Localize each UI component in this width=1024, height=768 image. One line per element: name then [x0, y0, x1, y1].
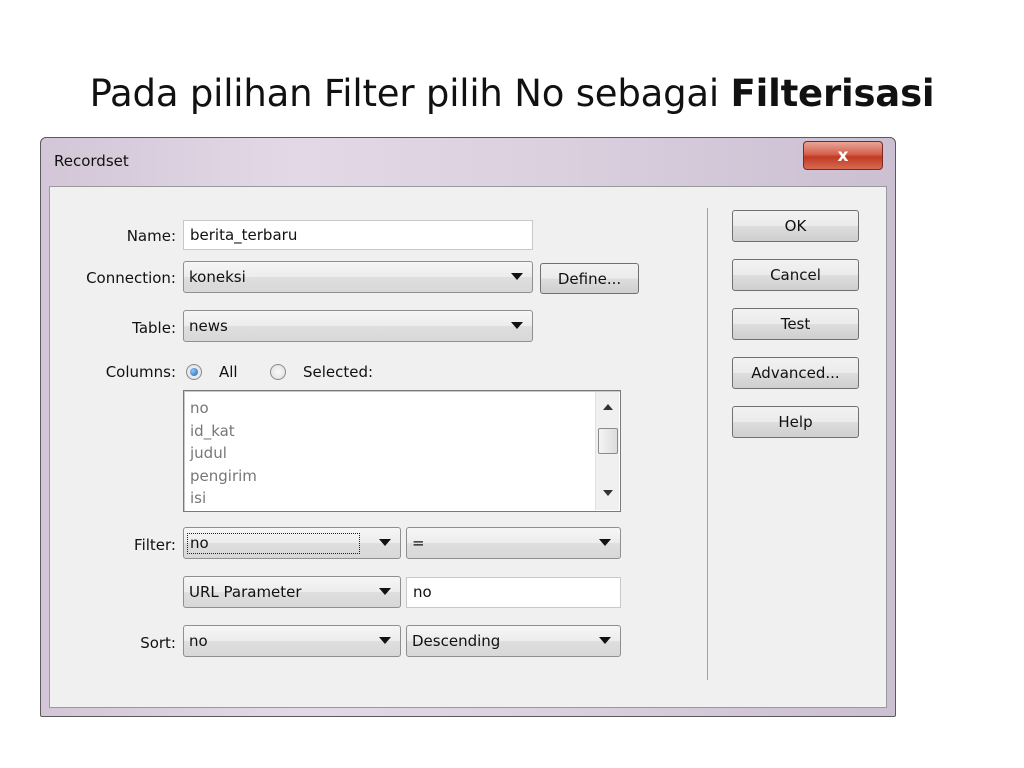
columns-all-label: All	[219, 363, 238, 381]
columns-all-radio[interactable]	[186, 364, 202, 380]
sort-label: Sort:	[140, 634, 176, 652]
close-icon: x	[837, 145, 849, 166]
slide-title: Pada pilihan Filter pilih No sebagai Fil…	[0, 72, 1024, 115]
scroll-thumb[interactable]	[598, 428, 618, 454]
columns-selected-radio[interactable]	[270, 364, 286, 380]
listbox-scrollbar[interactable]	[595, 392, 619, 510]
help-button[interactable]: Help	[732, 406, 859, 438]
table-select[interactable]: news	[183, 310, 533, 342]
columns-listbox[interactable]: no id_kat judul pengirim isi	[183, 390, 621, 512]
list-item[interactable]: isi	[190, 487, 620, 510]
list-item[interactable]: no	[190, 397, 620, 420]
filter-value-input[interactable]: no	[406, 577, 621, 608]
chevron-down-icon	[511, 322, 523, 329]
table-value: news	[189, 317, 228, 335]
filter-source-select[interactable]: URL Parameter	[183, 576, 401, 608]
filter-operator-select[interactable]: =	[406, 527, 621, 559]
scroll-down-icon[interactable]	[603, 490, 613, 496]
connection-select[interactable]: koneksi	[183, 261, 533, 293]
filter-operator-value: =	[412, 534, 425, 552]
filter-label: Filter:	[134, 536, 176, 554]
close-button[interactable]: x	[803, 141, 883, 170]
connection-value: koneksi	[189, 268, 246, 286]
sort-column-value: no	[189, 632, 208, 650]
chevron-down-icon	[599, 637, 611, 644]
advanced-button[interactable]: Advanced...	[732, 357, 859, 389]
columns-list: no id_kat judul pengirim isi	[184, 391, 620, 510]
dialog-titlebar[interactable]: Recordset x	[41, 138, 895, 186]
columns-label: Columns:	[105, 363, 176, 381]
connection-label: Connection:	[86, 269, 176, 287]
filter-source-value: URL Parameter	[189, 583, 302, 601]
chevron-down-icon	[379, 588, 391, 595]
list-item[interactable]: id_kat	[190, 420, 620, 443]
table-label: Table:	[132, 319, 176, 337]
columns-selected-label: Selected:	[303, 363, 374, 381]
chevron-down-icon	[379, 637, 391, 644]
chevron-down-icon	[599, 539, 611, 546]
scroll-up-icon[interactable]	[603, 404, 613, 410]
test-button[interactable]: Test	[732, 308, 859, 340]
dialog-title: Recordset	[54, 152, 129, 170]
filter-column-value: no	[187, 533, 360, 554]
slide-title-text: Pada pilihan Filter pilih No sebagai	[89, 72, 731, 115]
chevron-down-icon	[379, 539, 391, 546]
cancel-button[interactable]: Cancel	[732, 259, 859, 291]
sort-column-select[interactable]: no	[183, 625, 401, 657]
name-label: Name:	[126, 227, 176, 245]
sort-order-select[interactable]: Descending	[406, 625, 621, 657]
sort-order-value: Descending	[412, 632, 501, 650]
filter-column-select[interactable]: no	[183, 527, 401, 559]
name-input[interactable]: berita_terbaru	[183, 220, 533, 250]
ok-button[interactable]: OK	[732, 210, 859, 242]
slide-title-bold: Filterisasi	[730, 72, 935, 115]
vertical-divider	[707, 208, 708, 680]
chevron-down-icon	[511, 273, 523, 280]
list-item[interactable]: judul	[190, 442, 620, 465]
define-button[interactable]: Define...	[540, 263, 639, 294]
list-item[interactable]: pengirim	[190, 465, 620, 488]
